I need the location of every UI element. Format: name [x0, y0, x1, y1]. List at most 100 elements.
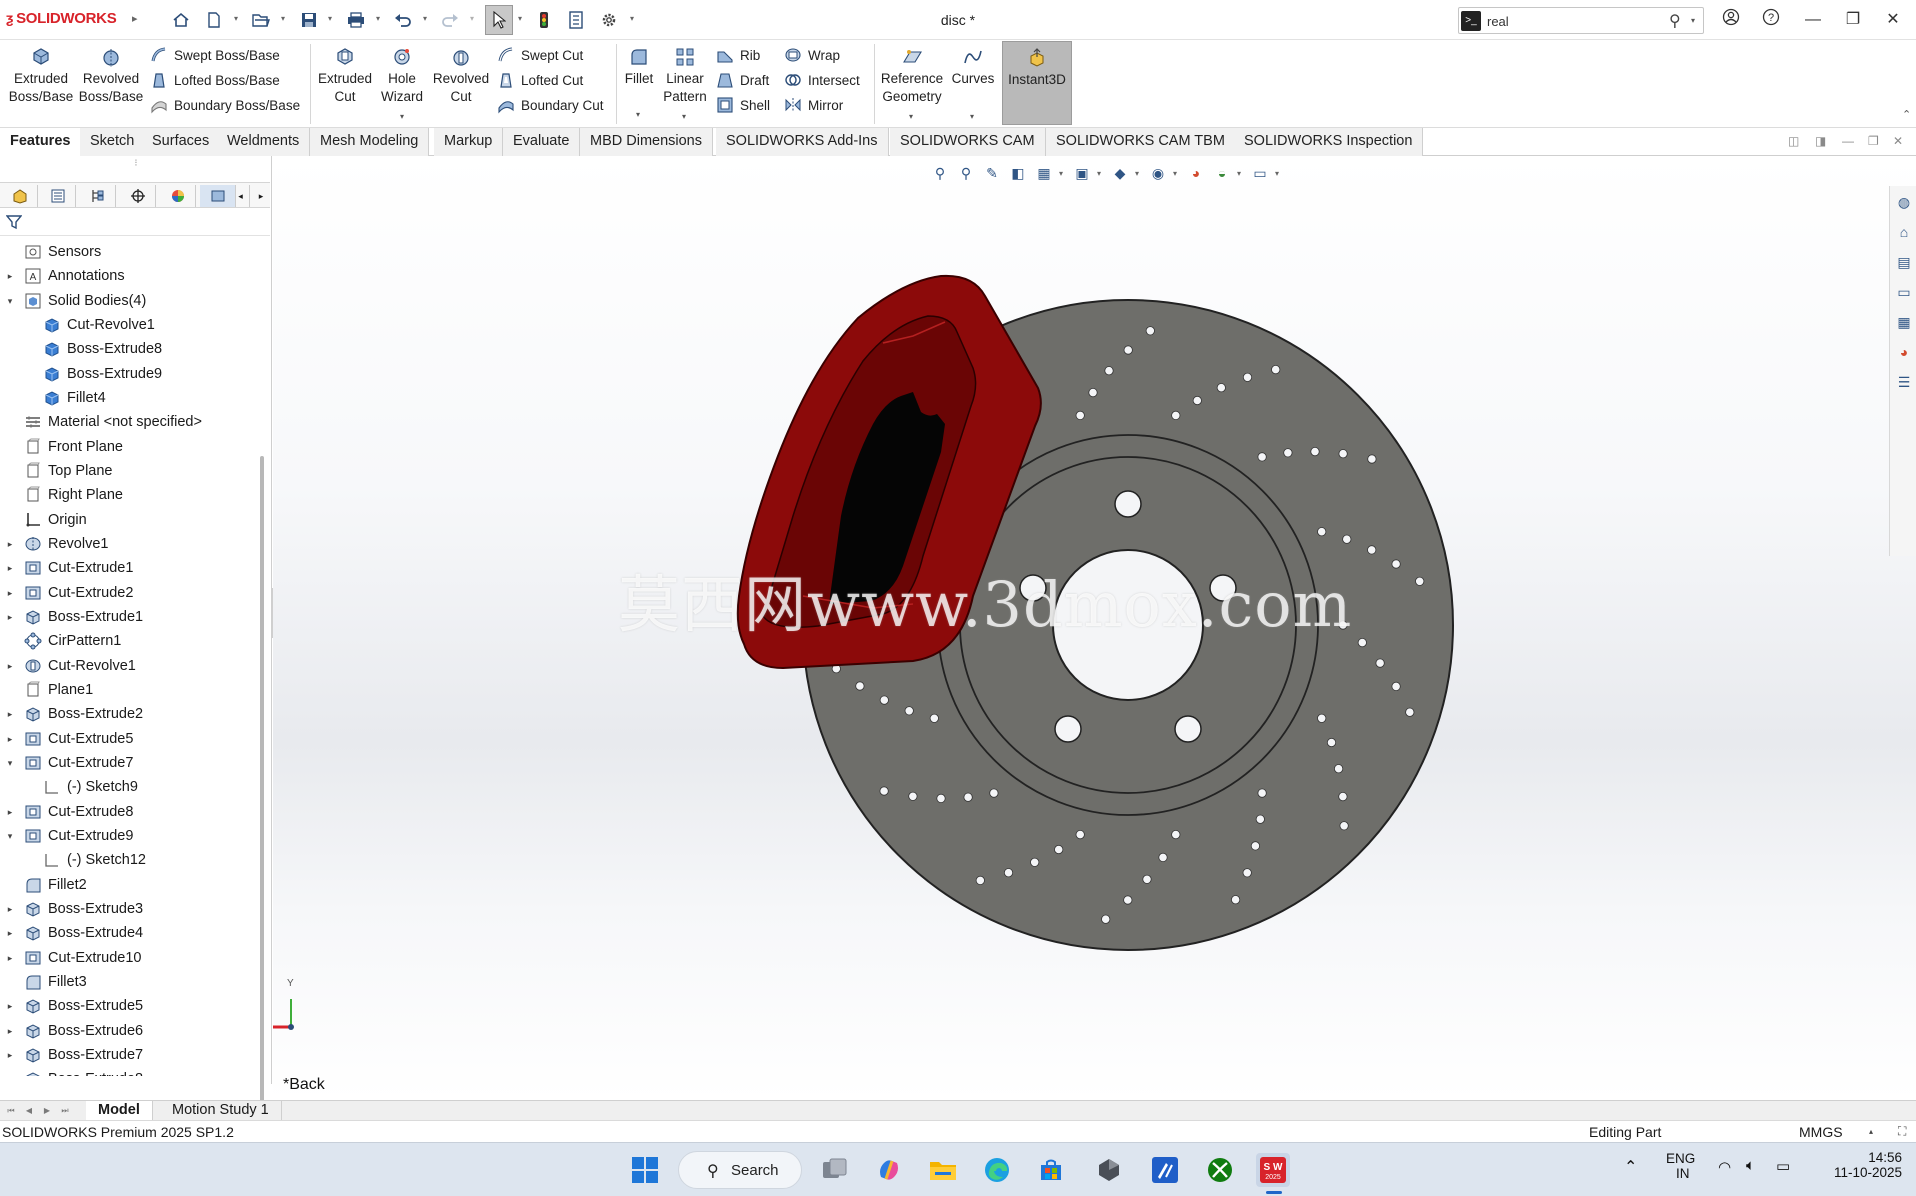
tree-node[interactable]: ▸ Boss-Extrude1 — [0, 605, 258, 629]
tree-node[interactable]: ▸ Revolve1 — [0, 532, 258, 556]
tab-features[interactable]: Features — [0, 128, 82, 156]
home-icon[interactable] — [170, 9, 192, 31]
doc-close-icon[interactable]: ✕ — [1893, 134, 1903, 148]
design-library-icon[interactable]: ⌂ — [1894, 222, 1914, 242]
windows-start-icon[interactable] — [628, 1153, 662, 1187]
tree-node[interactable]: (-) Sketch9 — [0, 775, 258, 799]
tree-filter-row[interactable] — [0, 210, 270, 236]
last-tab-icon[interactable]: ⏭ — [58, 1104, 72, 1118]
search-box[interactable]: >_ ⚲ ▾ — [1458, 7, 1704, 34]
battery-icon[interactable]: ▭ — [1776, 1157, 1790, 1175]
revolved-cut-button[interactable]: Revolved Cut — [432, 46, 490, 106]
new-dropdown-icon[interactable]: ▾ — [234, 14, 238, 23]
tab-solidworks-inspection[interactable]: SOLIDWORKS Inspection — [1234, 128, 1424, 156]
tree-node[interactable]: ▸ Cut-Extrude10 — [0, 946, 258, 970]
rib-button[interactable]: Rib — [716, 44, 760, 66]
draft-button[interactable]: Draft — [716, 69, 769, 91]
save-icon[interactable] — [298, 9, 320, 31]
extruded-cut-button[interactable]: Extruded Cut — [316, 46, 374, 106]
expand-node-icon[interactable]: ▸ — [4, 805, 16, 819]
tree-node[interactable]: ▾ Boss-Extrude8 — [0, 1067, 258, 1076]
tree-node[interactable]: Fillet2 — [0, 873, 258, 897]
configuration-manager-tab-icon[interactable] — [80, 185, 116, 207]
tree-node[interactable]: Boss-Extrude8 — [0, 337, 258, 361]
account-icon[interactable] — [1716, 8, 1746, 32]
select-icon[interactable] — [485, 5, 513, 35]
mirror-button[interactable]: Mirror — [784, 94, 843, 116]
file-explorer-icon[interactable] — [926, 1153, 960, 1187]
print-icon[interactable] — [345, 9, 367, 31]
search-input[interactable] — [1487, 11, 1657, 31]
tab-solidworks-add-ins[interactable]: SOLIDWORKS Add-Ins — [716, 128, 889, 156]
file-properties-icon[interactable] — [565, 9, 587, 31]
wrap-button[interactable]: Wrap — [784, 44, 840, 66]
property-manager-tab-icon[interactable] — [40, 185, 76, 207]
select-dropdown-icon[interactable]: ▾ — [518, 14, 522, 23]
collapse-node-icon[interactable]: ▾ — [4, 294, 16, 308]
task-view-icon[interactable] — [818, 1153, 852, 1187]
tab-solidworks-cam[interactable]: SOLIDWORKS CAM — [890, 128, 1046, 156]
swept-cut-button[interactable]: Swept Cut — [497, 44, 583, 66]
hole-wizard-button[interactable]: Hole Wizard — [376, 46, 428, 106]
unit-system[interactable]: MMGS — [1799, 1124, 1843, 1140]
undo-icon[interactable] — [392, 9, 414, 31]
tree-node[interactable]: ▸ Cut-Extrude8 — [0, 800, 258, 824]
filter-icon[interactable] — [6, 214, 22, 230]
extruded-boss-base-button[interactable]: Extruded Boss/Base — [8, 46, 74, 106]
solidworks-resources-icon[interactable]: ◍ — [1894, 192, 1914, 212]
rebuild-icon[interactable] — [533, 9, 555, 31]
search-icon[interactable]: ⚲ — [1669, 11, 1681, 31]
wifi-icon[interactable]: ◠ — [1718, 1158, 1731, 1176]
restore-icon[interactable]: ❐ — [1838, 8, 1868, 32]
expand-node-icon[interactable]: ▸ — [4, 1048, 16, 1062]
fillet-dropdown-icon[interactable]: ▾ — [636, 110, 640, 119]
tree-node[interactable]: Plane1 — [0, 678, 258, 702]
tree-node[interactable]: ▾ Cut-Extrude7 — [0, 751, 258, 775]
view-palette-icon[interactable]: ▦ — [1894, 312, 1914, 332]
fillet-button[interactable]: Fillet — [620, 46, 658, 88]
view-palette-folder-icon[interactable]: ▭ — [1894, 282, 1914, 302]
first-tab-icon[interactable]: ⏮ — [4, 1104, 18, 1118]
open-dropdown-icon[interactable]: ▾ — [281, 14, 285, 23]
reference-geometry-dropdown-icon[interactable]: ▾ — [909, 112, 913, 121]
tab-surfaces[interactable]: Surfaces — [142, 128, 221, 156]
swept-boss-base-button[interactable]: Swept Boss/Base — [150, 44, 280, 66]
lofted-boss-base-button[interactable]: Lofted Boss/Base — [150, 69, 280, 91]
tab-motion-study-1[interactable]: Motion Study 1 — [160, 1101, 282, 1121]
tree-node[interactable]: Boss-Extrude9 — [0, 362, 258, 386]
expand-node-icon[interactable]: ▸ — [4, 561, 16, 575]
language-indicator[interactable]: ENG IN — [1666, 1151, 1695, 1181]
instant3d-button[interactable]: Instant3D — [1002, 41, 1072, 125]
clock[interactable]: 14:56 11-10-2025 — [1816, 1150, 1902, 1180]
expand-node-icon[interactable]: ▸ — [4, 999, 16, 1013]
tree-node[interactable]: ▸ Boss-Extrude4 — [0, 921, 258, 945]
doc-minimize-icon[interactable]: — — [1842, 134, 1854, 148]
show-hidden-icons-icon[interactable]: ⌃ — [1624, 1157, 1637, 1177]
revolved-boss-base-button[interactable]: Revolved Boss/Base — [78, 46, 144, 106]
cam-manager-tab-icon[interactable] — [200, 185, 236, 207]
redo-dropdown-icon[interactable]: ▾ — [470, 14, 474, 23]
tree-node[interactable]: ▸ Cut-Extrude5 — [0, 727, 258, 751]
file-explorer-icon[interactable]: ▤ — [1894, 252, 1914, 272]
unit-system-dropdown-icon[interactable]: ▴ — [1869, 1127, 1873, 1136]
hole-wizard-dropdown-icon[interactable]: ▾ — [400, 112, 404, 121]
expand-node-icon[interactable]: ▸ — [4, 659, 16, 673]
options-gear-icon[interactable] — [598, 9, 620, 31]
expand-node-icon[interactable]: ▸ — [4, 951, 16, 965]
tile-left-icon[interactable]: ◫ — [1788, 134, 1799, 148]
tree-node[interactable]: (-) Sketch12 — [0, 848, 258, 872]
tab-scroll-left-icon[interactable]: ◂ — [232, 185, 250, 207]
solidworks-taskbar-icon[interactable]: S W 2025 — [1256, 1153, 1290, 1194]
print-dropdown-icon[interactable]: ▾ — [376, 14, 380, 23]
boundary-cut-button[interactable]: Boundary Cut — [497, 94, 604, 116]
tree-node[interactable]: Front Plane — [0, 435, 258, 459]
new-document-icon[interactable] — [203, 9, 225, 31]
tab-sketch[interactable]: Sketch — [80, 128, 146, 156]
solidworks-logo[interactable]: ƺ SOLIDWORKS — [6, 10, 117, 27]
boundary-boss-base-button[interactable]: Boundary Boss/Base — [150, 94, 300, 116]
collapse-ribbon-icon[interactable]: ⌃ — [1902, 108, 1911, 121]
microsoft-store-icon[interactable] — [1034, 1153, 1068, 1187]
lofted-cut-button[interactable]: Lofted Cut — [497, 69, 583, 91]
tree-node[interactable]: ▸ Boss-Extrude6 — [0, 1019, 258, 1043]
tree-node[interactable]: CirPattern1 — [0, 629, 258, 653]
